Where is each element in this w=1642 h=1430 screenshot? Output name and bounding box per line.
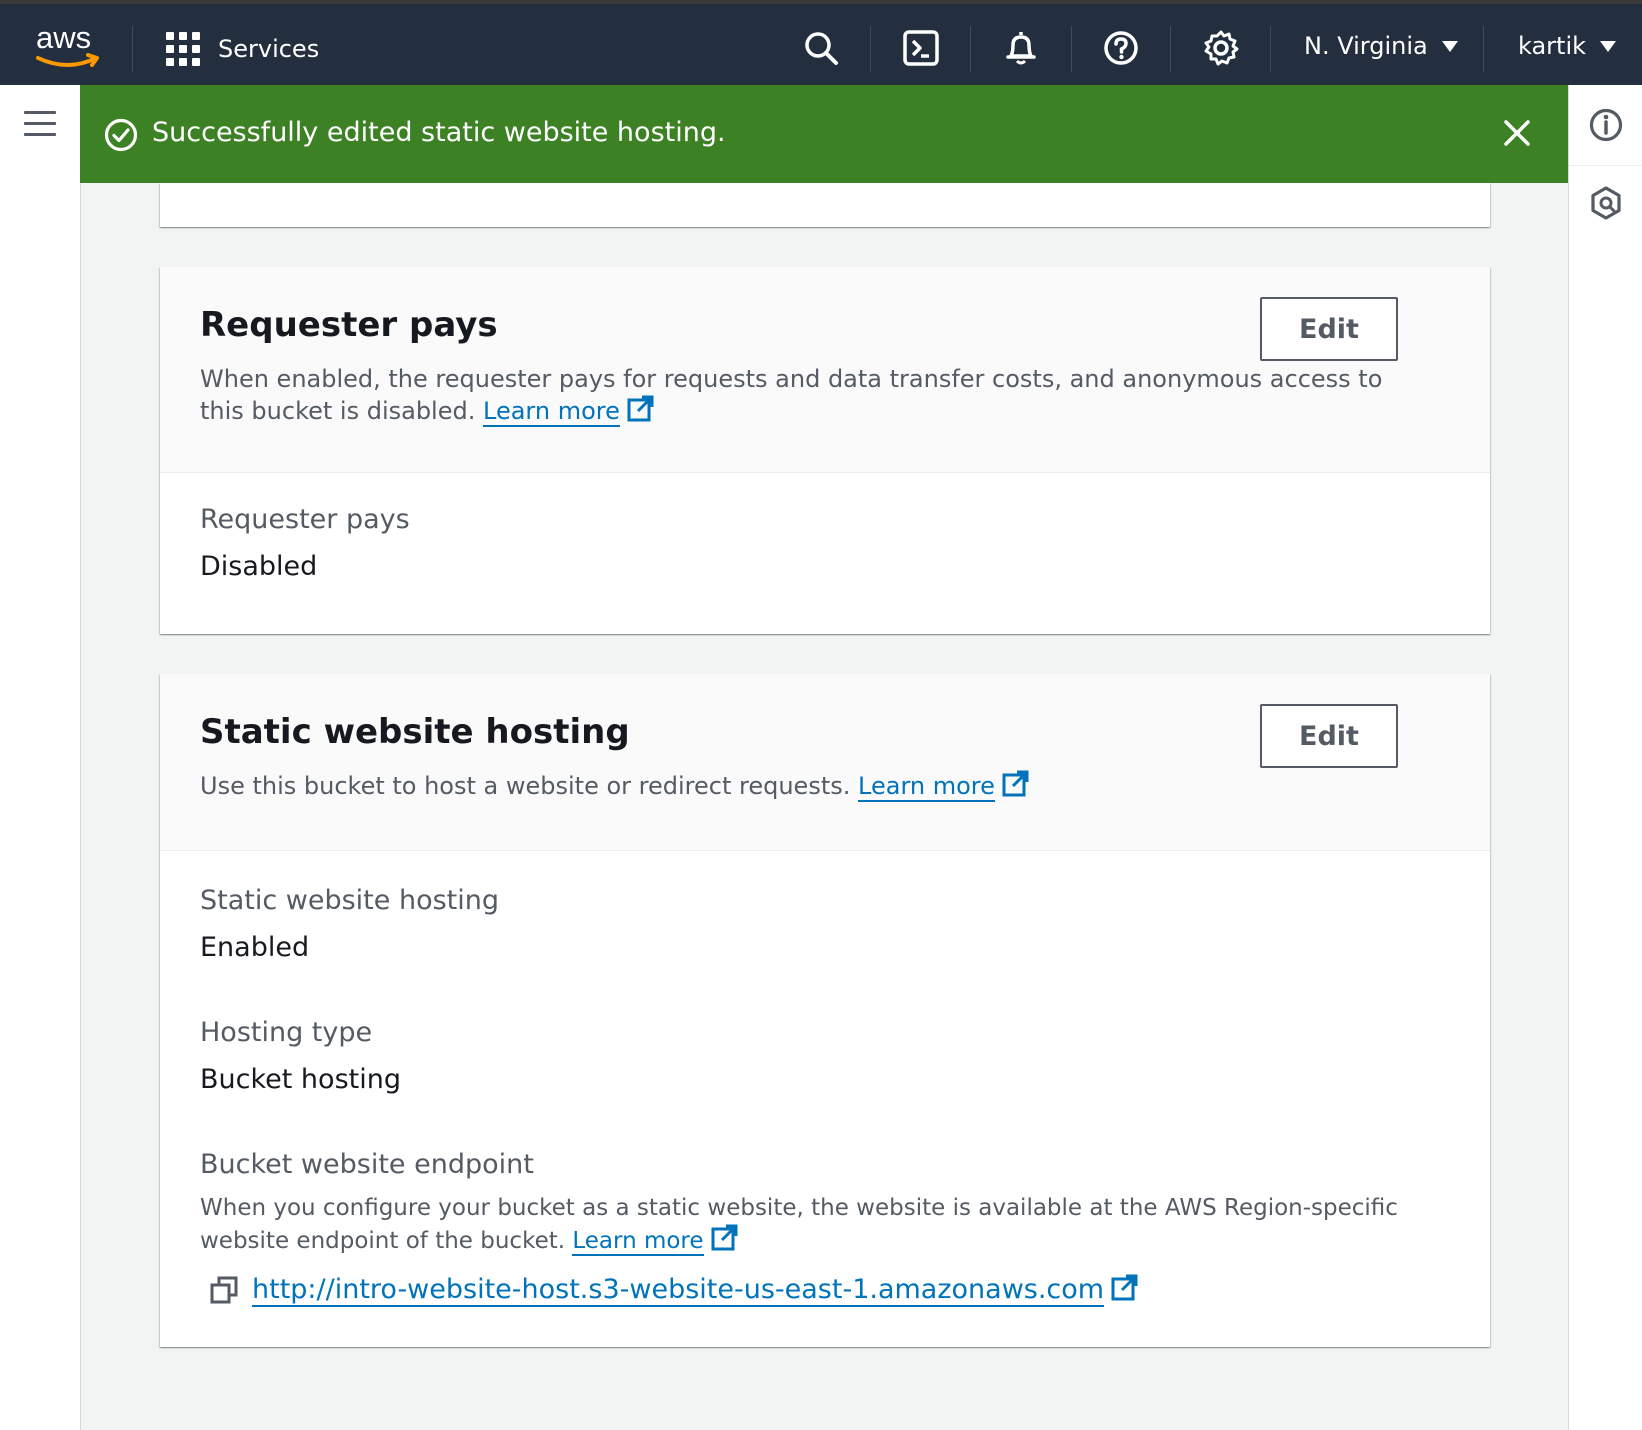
requester-pays-title: Requester pays xyxy=(200,305,498,345)
check-circle-icon xyxy=(104,118,138,152)
requester-pays-learn-more-link[interactable]: Learn more xyxy=(483,397,620,427)
top-navigation: aws Services N. Virginia kartik xyxy=(0,0,1642,85)
requester-pays-edit-button[interactable]: Edit xyxy=(1260,297,1398,361)
external-link-icon[interactable] xyxy=(1110,1274,1138,1302)
nav-separator xyxy=(1170,26,1171,72)
region-label: N. Virginia xyxy=(1304,32,1428,60)
requester-pays-field-label: Requester pays xyxy=(200,504,410,535)
static-hosting-description: Use this bucket to host a website or red… xyxy=(200,770,1430,802)
static-hosting-header: Static website hosting Edit Use this buc… xyxy=(160,674,1490,851)
success-flash-banner: Successfully edited static website hosti… xyxy=(80,85,1568,183)
copy-icon[interactable] xyxy=(210,1276,238,1304)
nav-separator xyxy=(132,26,133,72)
services-menu-button[interactable]: Services xyxy=(166,28,319,70)
region-selector[interactable]: N. Virginia xyxy=(1304,32,1458,60)
close-icon[interactable] xyxy=(1500,116,1534,150)
static-hosting-status-value: Enabled xyxy=(200,932,310,963)
grid-icon xyxy=(166,32,200,66)
endpoint-description: When you configure your bucket as a stat… xyxy=(200,1195,1398,1256)
endpoint-label: Bucket website endpoint xyxy=(200,1149,534,1180)
external-link-icon[interactable] xyxy=(626,395,654,423)
static-hosting-title: Static website hosting xyxy=(200,712,630,752)
cloudshell-icon[interactable] xyxy=(901,28,941,68)
static-hosting-edit-button[interactable]: Edit xyxy=(1260,704,1398,768)
aws-logo[interactable]: aws xyxy=(34,18,104,74)
hamburger-menu-icon[interactable] xyxy=(24,111,56,139)
requester-pays-field-value: Disabled xyxy=(200,551,318,582)
main-content: Requester pays Edit When enabled, the re… xyxy=(80,183,1568,1430)
flash-message: Successfully edited static website hosti… xyxy=(152,117,726,148)
search-icon[interactable] xyxy=(801,28,841,68)
left-rail xyxy=(0,85,80,1430)
static-hosting-learn-more-link[interactable]: Learn more xyxy=(858,772,995,802)
hexagon-icon[interactable] xyxy=(1588,185,1624,221)
caret-down-icon xyxy=(1600,40,1617,52)
user-menu[interactable]: kartik xyxy=(1518,32,1617,60)
external-link-icon[interactable] xyxy=(1001,770,1029,798)
settings-icon[interactable] xyxy=(1201,28,1241,68)
static-website-hosting-panel: Static website hosting Edit Use this buc… xyxy=(160,674,1490,1347)
nav-separator xyxy=(1071,26,1072,72)
nav-separator xyxy=(970,26,971,72)
endpoint-url-row: http://intro-website-host.s3-website-us-… xyxy=(210,1274,1138,1307)
hosting-type-value: Bucket hosting xyxy=(200,1064,401,1095)
nav-separator xyxy=(870,26,871,72)
endpoint-learn-more-link[interactable]: Learn more xyxy=(572,1228,704,1256)
rail-separator xyxy=(1569,165,1642,166)
info-icon[interactable] xyxy=(1588,107,1624,143)
hosting-type-label: Hosting type xyxy=(200,1017,373,1048)
user-label: kartik xyxy=(1518,32,1587,60)
help-icon[interactable] xyxy=(1101,28,1141,68)
svg-text:aws: aws xyxy=(36,20,91,55)
requester-pays-description: When enabled, the requester pays for req… xyxy=(200,365,1383,427)
nav-separator xyxy=(1270,26,1271,72)
requester-pays-header: Requester pays Edit When enabled, the re… xyxy=(160,267,1490,473)
requester-pays-panel: Requester pays Edit When enabled, the re… xyxy=(160,267,1490,634)
endpoint-url-link[interactable]: http://intro-website-host.s3-website-us-… xyxy=(252,1274,1138,1307)
caret-down-icon xyxy=(1441,40,1458,52)
bell-icon[interactable] xyxy=(1001,28,1041,68)
services-label: Services xyxy=(218,35,320,63)
right-rail xyxy=(1568,85,1642,1430)
external-link-icon[interactable] xyxy=(710,1224,738,1252)
static-hosting-status-label: Static website hosting xyxy=(200,885,500,916)
previous-panel-bottom xyxy=(160,183,1490,227)
nav-separator xyxy=(1483,26,1484,72)
